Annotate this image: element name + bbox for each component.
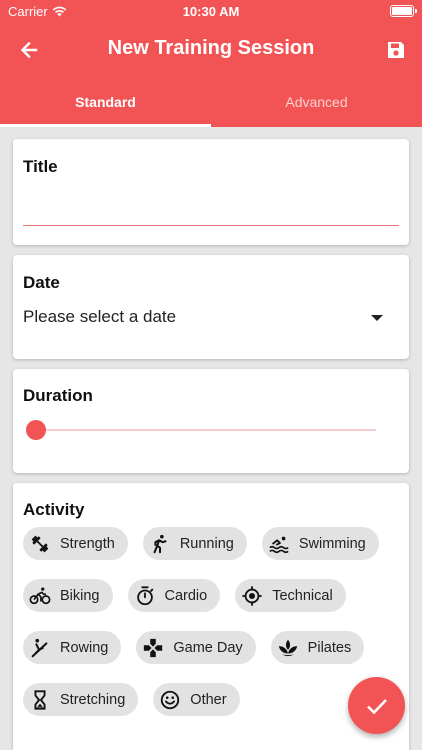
- check-icon: [366, 698, 387, 714]
- date-card: Date Please select a date: [13, 255, 409, 359]
- chip-label: Stretching: [60, 691, 126, 708]
- chip-label: Running: [179, 535, 234, 552]
- chip-label: Other: [190, 691, 227, 708]
- chip-biking[interactable]: Biking: [23, 579, 113, 612]
- date-label: Date: [23, 273, 60, 292]
- chip-running[interactable]: Running: [142, 527, 247, 560]
- chip-stretching[interactable]: Stretching: [23, 683, 139, 716]
- chip-label: Strength: [60, 535, 115, 552]
- caret-down-icon: [371, 315, 383, 321]
- chip-cardio[interactable]: Cardio: [127, 579, 221, 612]
- chip-pilates[interactable]: Pilates: [270, 631, 365, 664]
- smiley-icon: [158, 688, 182, 712]
- chip-label: Technical: [272, 587, 333, 604]
- chip-label: Swimming: [298, 535, 366, 552]
- date-dropdown-value: Please select a date: [23, 307, 177, 326]
- status-bar: Carrier 10:30 AM: [0, 0, 422, 24]
- stopwatch-icon: [133, 584, 157, 608]
- battery-icon: [390, 5, 417, 17]
- date-dropdown[interactable]: Please select a date: [23, 307, 389, 331]
- activity-chips: Strength Running Swimming Biking Cardio …: [23, 527, 403, 735]
- duration-card: Duration: [13, 369, 409, 473]
- chip-swimming[interactable]: Swimming: [261, 527, 379, 560]
- title-label: Title: [23, 157, 58, 176]
- slider-track: [36, 429, 376, 431]
- tab-bar: Standard Advanced: [0, 80, 422, 127]
- confirm-fab-button[interactable]: [348, 677, 405, 734]
- hourglass-icon: [28, 688, 52, 712]
- chip-label: Rowing: [60, 639, 109, 656]
- duration-slider[interactable]: [26, 419, 376, 441]
- chip-other[interactable]: Other: [153, 683, 240, 716]
- chip-rowing[interactable]: Rowing: [23, 631, 122, 664]
- chip-label: Biking: [60, 587, 100, 604]
- target-icon: [240, 584, 264, 608]
- bike-icon: [28, 584, 52, 608]
- title-card: Title: [13, 139, 409, 245]
- chip-strength[interactable]: Strength: [23, 527, 128, 560]
- toolbar: New Training Session: [0, 26, 422, 74]
- title-input[interactable]: [23, 225, 399, 226]
- swimming-icon: [267, 532, 291, 556]
- chip-label: Cardio: [164, 587, 208, 604]
- chip-game-day[interactable]: Game Day: [136, 631, 256, 664]
- page-title: New Training Session: [107, 37, 315, 59]
- gamepad-icon: [141, 636, 165, 660]
- app-bar: Carrier 10:30 AM New Training Session St…: [0, 0, 422, 127]
- tab-standard[interactable]: Standard: [0, 80, 211, 127]
- save-button[interactable]: [382, 36, 410, 64]
- duration-label: Duration: [23, 386, 93, 405]
- dumbbell-icon: [28, 532, 52, 556]
- status-time: 10:30 AM: [182, 4, 240, 19]
- lotus-icon: [276, 636, 300, 660]
- save-icon: [388, 42, 404, 58]
- slider-thumb[interactable]: [26, 420, 46, 440]
- tab-advanced[interactable]: Advanced: [211, 80, 422, 127]
- chip-label: Game Day: [173, 639, 243, 656]
- chip-label: Pilates: [307, 639, 352, 656]
- chip-technical[interactable]: Technical: [235, 579, 346, 612]
- activity-label: Activity: [23, 500, 85, 519]
- rowing-icon: [28, 636, 52, 660]
- running-icon: [148, 532, 172, 556]
